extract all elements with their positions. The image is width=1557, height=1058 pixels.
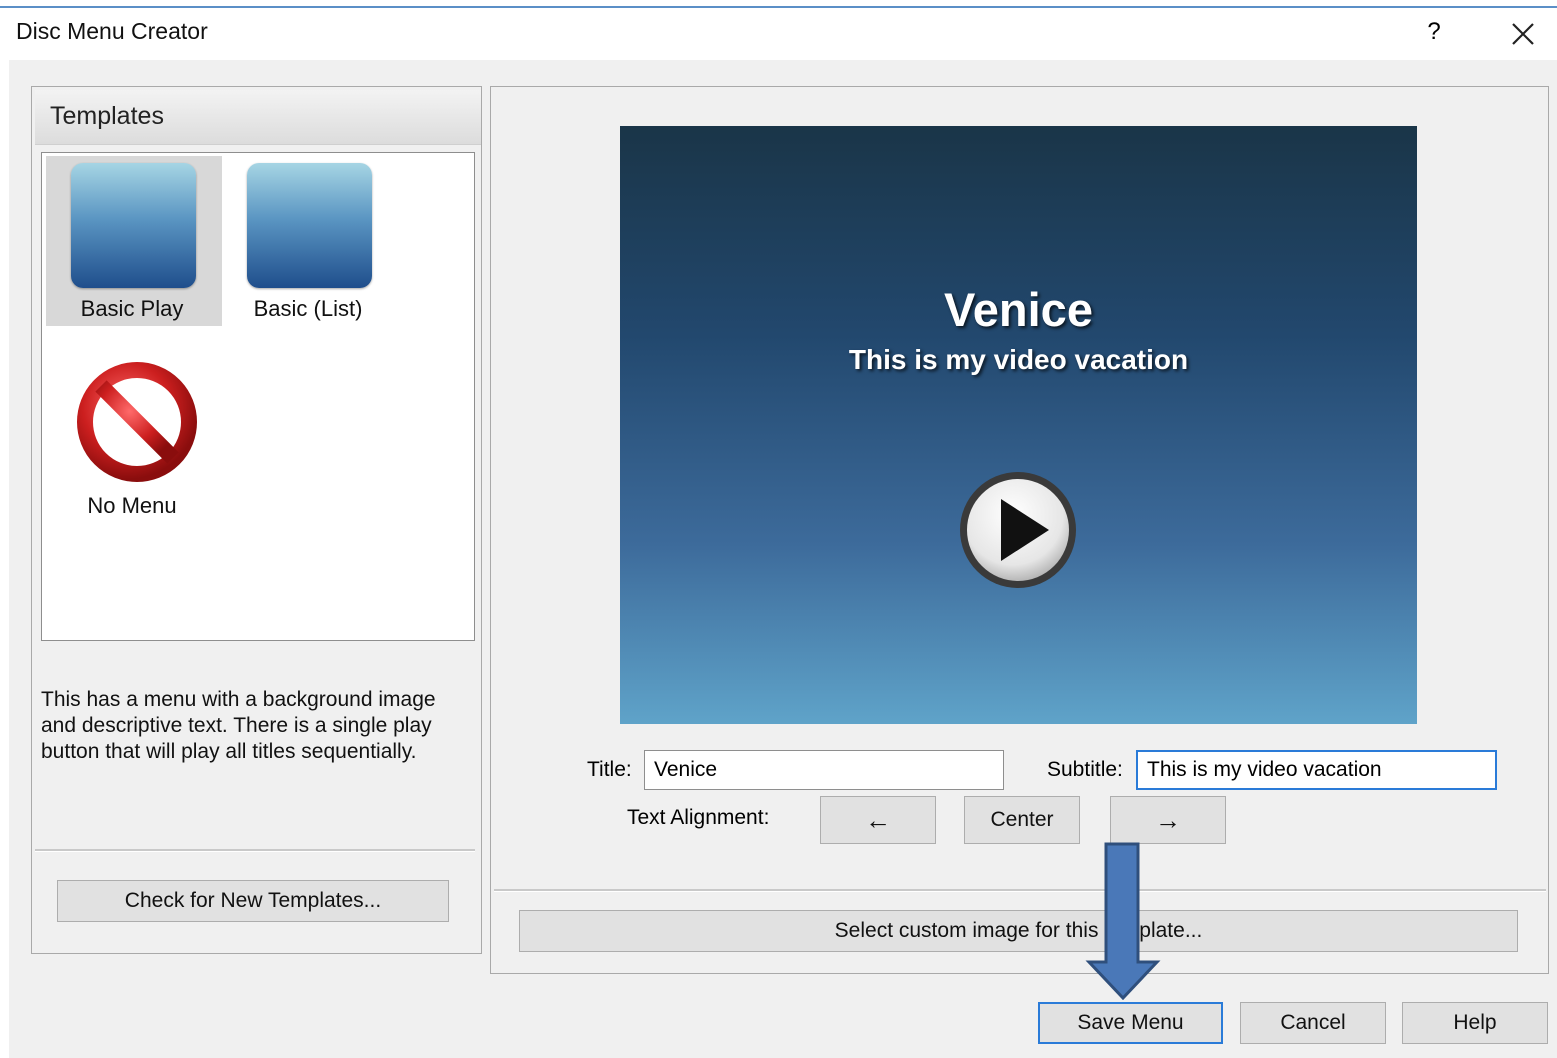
title-help-button[interactable]: ? (1424, 18, 1444, 46)
template-label: No Menu (87, 493, 177, 518)
left-divider (35, 849, 475, 852)
templates-list[interactable]: Basic Play Basic (List) No Menu (41, 152, 475, 641)
basic-list-thumbnail (247, 163, 372, 288)
templates-header: Templates (35, 90, 481, 145)
text-alignment-label: Text Alignment: (627, 806, 770, 829)
save-menu-button[interactable]: Save Menu (1038, 1002, 1223, 1044)
templates-panel: Templates Basic Play Basic (List) No Men… (31, 86, 482, 954)
window-title: Disc Menu Creator (16, 18, 208, 44)
no-entry-icon (77, 362, 197, 482)
play-icon (960, 472, 1076, 588)
templates-header-label: Templates (50, 102, 164, 130)
subtitle-input[interactable] (1136, 750, 1497, 790)
check-new-templates-button[interactable]: Check for New Templates... (57, 880, 449, 922)
template-basic-list[interactable]: Basic (List) (222, 156, 398, 326)
subtitle-label: Subtitle: (1047, 758, 1123, 781)
callout-down-arrow-icon (1085, 842, 1161, 1000)
cancel-button[interactable]: Cancel (1240, 1002, 1386, 1044)
preview-panel: Venice This is my video vacation Title: … (490, 86, 1549, 974)
align-center-button[interactable]: Center (964, 796, 1080, 844)
align-right-button[interactable]: → (1110, 796, 1226, 844)
template-label: Basic (List) (253, 296, 363, 321)
title-input[interactable] (644, 750, 1004, 790)
menu-preview: Venice This is my video vacation (620, 126, 1417, 724)
window-top-accent-line (0, 6, 1557, 8)
title-label: Title: (587, 758, 632, 781)
close-icon (1512, 23, 1534, 45)
template-no-menu[interactable]: No Menu (46, 356, 222, 526)
preview-title: Venice (944, 283, 1093, 336)
close-button[interactable] (1503, 16, 1543, 52)
help-button[interactable]: Help (1402, 1002, 1548, 1044)
select-custom-image-button[interactable]: Select custom image for this template... (519, 910, 1518, 952)
align-left-button[interactable]: ← (820, 796, 936, 844)
template-label: Basic Play (80, 296, 184, 321)
preview-subtitle: This is my video vacation (848, 344, 1189, 375)
arrow-right-icon: → (1155, 805, 1181, 835)
template-description: This has a menu with a background image … (41, 688, 436, 763)
right-divider (494, 889, 1546, 892)
template-basic-play[interactable]: Basic Play (46, 156, 222, 326)
arrow-left-icon: ← (865, 805, 891, 835)
basic-play-thumbnail (71, 163, 196, 288)
